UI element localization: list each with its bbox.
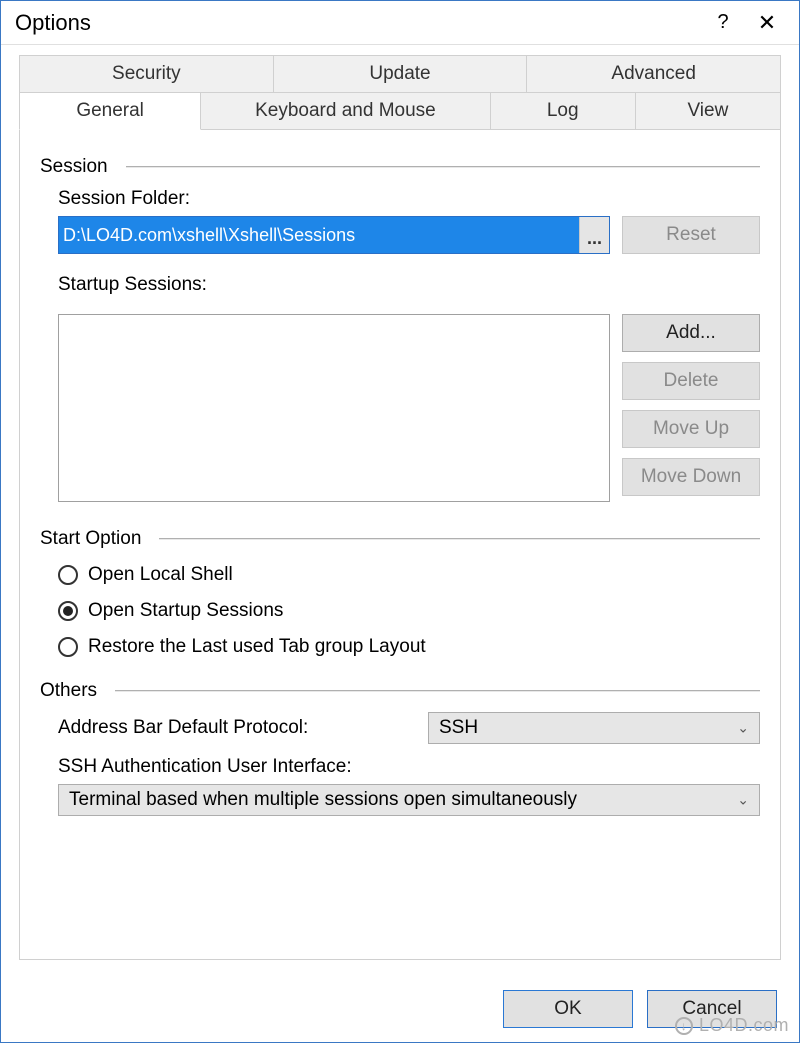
tab-row-1: Security Update Advanced — [19, 55, 781, 93]
section-session-label: Session — [40, 156, 126, 178]
tab-log[interactable]: Log — [491, 93, 636, 130]
radio-open-startup-sessions[interactable]: Open Startup Sessions — [58, 600, 760, 622]
section-others-label: Others — [40, 680, 115, 702]
tab-keyboard-mouse[interactable]: Keyboard and Mouse — [201, 93, 490, 130]
radio-label: Restore the Last used Tab group Layout — [88, 636, 426, 658]
cancel-button[interactable]: Cancel — [647, 990, 777, 1028]
auth-select[interactable]: Terminal based when multiple sessions op… — [58, 784, 760, 816]
section-start-option-label: Start Option — [40, 528, 159, 550]
radio-icon — [58, 565, 78, 585]
add-button[interactable]: Add... — [622, 314, 760, 352]
startup-sessions-label: Startup Sessions: — [58, 274, 760, 296]
protocol-select[interactable]: SSH ⌄ — [428, 712, 760, 744]
session-folder-input-wrap: ... — [58, 216, 610, 254]
section-start-option-head: Start Option — [40, 528, 760, 550]
radio-label: Open Startup Sessions — [88, 600, 283, 622]
radio-icon — [58, 601, 78, 621]
tab-security[interactable]: Security — [19, 55, 274, 93]
auth-select-value: Terminal based when multiple sessions op… — [69, 789, 577, 811]
startup-sessions-listbox[interactable] — [58, 314, 610, 502]
dialog-content: Security Update Advanced General Keyboar… — [1, 45, 799, 1030]
auth-label: SSH Authentication User Interface: — [58, 756, 760, 778]
divider — [159, 538, 760, 540]
start-option-radios: Open Local Shell Open Startup Sessions R… — [58, 564, 760, 658]
move-up-button[interactable]: Move Up — [622, 410, 760, 448]
close-icon[interactable]: ✕ — [745, 3, 789, 43]
reset-button[interactable]: Reset — [622, 216, 760, 254]
section-session-head: Session — [40, 156, 760, 178]
window-title: Options — [11, 10, 701, 36]
divider — [126, 166, 760, 168]
section-others-head: Others — [40, 680, 760, 702]
radio-restore-tab-layout[interactable]: Restore the Last used Tab group Layout — [58, 636, 760, 658]
help-icon[interactable]: ? — [701, 3, 745, 43]
tab-advanced[interactable]: Advanced — [527, 55, 781, 93]
radio-open-local-shell[interactable]: Open Local Shell — [58, 564, 760, 586]
ok-button[interactable]: OK — [503, 990, 633, 1028]
move-down-button[interactable]: Move Down — [622, 458, 760, 496]
chevron-down-icon: ⌄ — [737, 720, 749, 737]
protocol-label: Address Bar Default Protocol: — [58, 717, 408, 739]
dialog-footer: OK Cancel — [503, 990, 777, 1028]
tab-row-2: General Keyboard and Mouse Log View — [19, 93, 781, 130]
tab-general[interactable]: General — [19, 93, 201, 130]
browse-button[interactable]: ... — [579, 217, 609, 253]
tab-panel-general: Session Session Folder: ... Reset Startu… — [19, 130, 781, 960]
radio-icon — [58, 637, 78, 657]
titlebar: Options ? ✕ — [1, 1, 799, 45]
tab-view[interactable]: View — [636, 93, 781, 130]
session-folder-label: Session Folder: — [58, 188, 760, 210]
startup-buttons: Add... Delete Move Up Move Down — [622, 314, 760, 502]
protocol-select-value: SSH — [439, 717, 478, 739]
tab-update[interactable]: Update — [274, 55, 528, 93]
delete-button[interactable]: Delete — [622, 362, 760, 400]
chevron-down-icon: ⌄ — [737, 792, 749, 809]
radio-label: Open Local Shell — [88, 564, 233, 586]
divider — [115, 690, 760, 692]
session-folder-input[interactable] — [59, 217, 579, 253]
